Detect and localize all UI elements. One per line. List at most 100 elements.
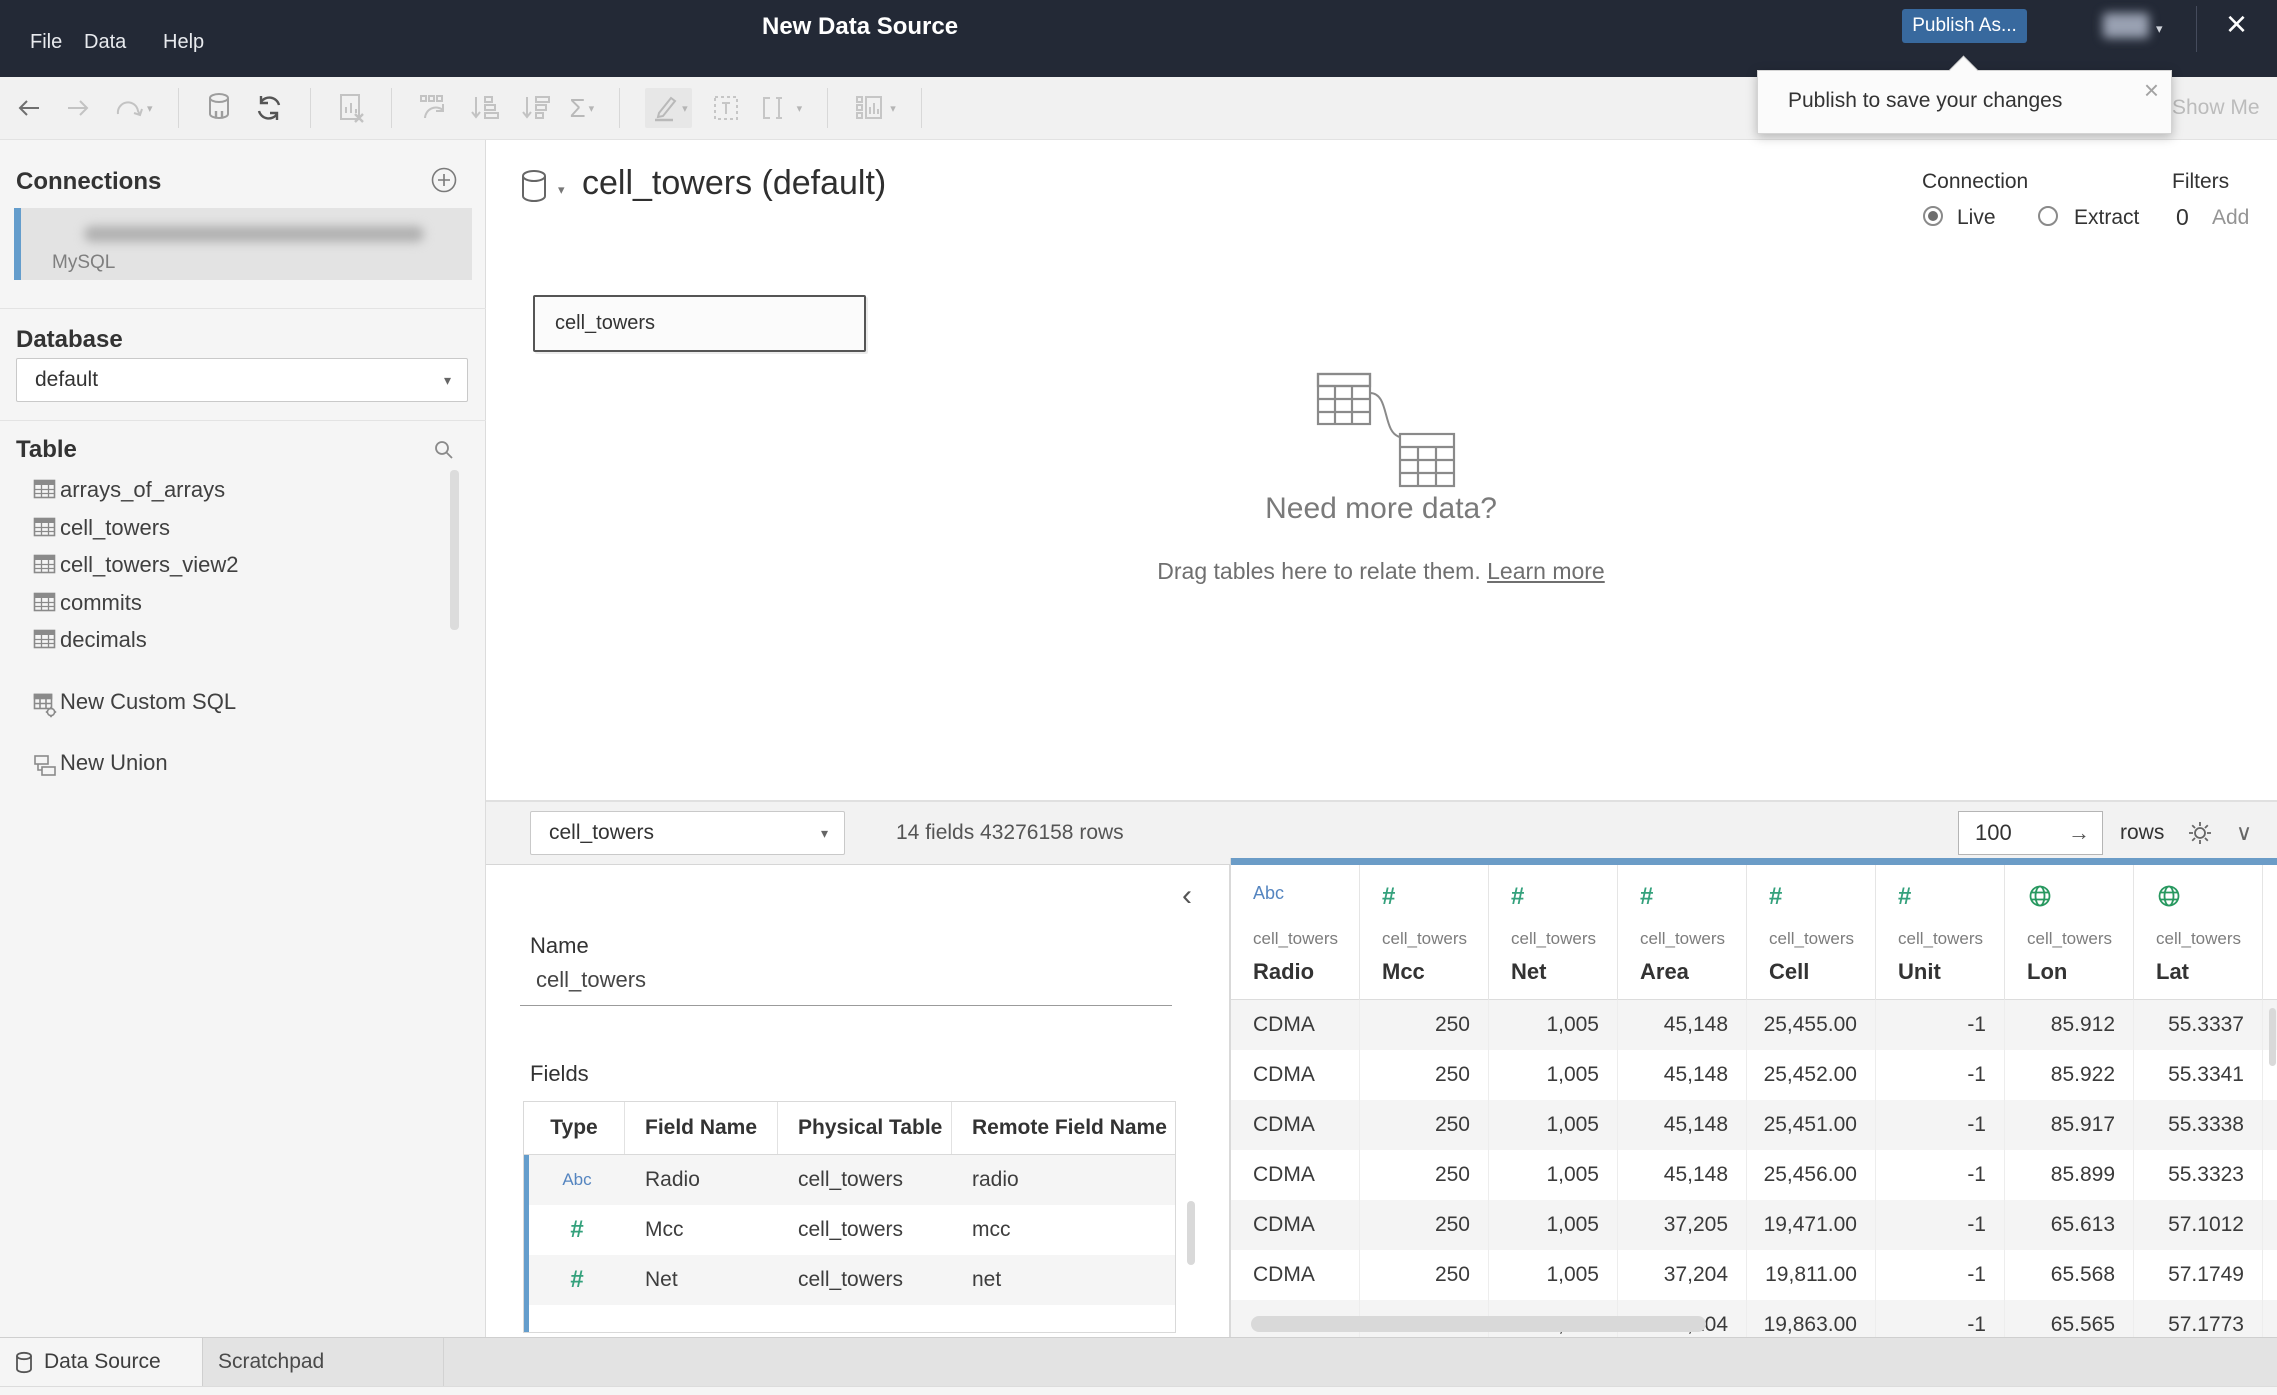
replay-icon[interactable]: ▾ — [112, 93, 153, 123]
datasource-caret-icon[interactable]: ▾ — [558, 182, 565, 198]
pause-updates-icon[interactable] — [204, 91, 234, 125]
highlight-caret-icon[interactable]: ▾ — [682, 102, 688, 115]
add-connection-icon[interactable] — [430, 166, 458, 199]
grid-col-area[interactable]: # cell_towers Area — [1618, 865, 1747, 1000]
fit-cell-icon[interactable]: ▾ — [760, 93, 803, 123]
learn-more-link[interactable]: Learn more — [1487, 558, 1605, 584]
gear-icon[interactable] — [2186, 819, 2214, 852]
table-selector[interactable]: cell_towers ▾ — [530, 811, 845, 855]
grid-col-lon[interactable]: cell_towers Lon — [2005, 865, 2134, 1000]
row-count-input[interactable]: 100 → — [1958, 811, 2103, 855]
collapse-pane-icon[interactable]: ‹ — [1182, 879, 1192, 913]
grid-col-net[interactable]: # cell_towers Net — [1489, 865, 1618, 1000]
tab-divider — [443, 1338, 444, 1386]
datasource-title[interactable]: cell_towers (default) — [582, 164, 886, 203]
cards-caret-icon[interactable]: ▾ — [890, 102, 896, 115]
cell: 45,148 — [1618, 1100, 1747, 1150]
extract-label[interactable]: Extract — [2074, 206, 2139, 230]
top-bar: File Data Help New Data Source Publish A… — [0, 0, 2277, 77]
new-custom-sql[interactable]: New Custom SQL — [0, 686, 470, 723]
database-select[interactable]: default ▾ — [16, 358, 468, 402]
field-type-icon: Abc — [562, 1170, 592, 1189]
grid-col-cell[interactable]: # cell_towers Cell — [1747, 865, 1876, 1000]
show-cards-icon[interactable]: ▾ — [853, 92, 896, 124]
extract-radio[interactable] — [2038, 206, 2058, 226]
redo-icon[interactable] — [63, 93, 93, 123]
new-union[interactable]: New Union — [0, 747, 470, 784]
field-row[interactable]: Abc Radio cell_towers radio — [524, 1155, 1175, 1205]
menu-data[interactable]: Data — [84, 31, 126, 54]
text-label-icon[interactable] — [711, 93, 741, 123]
sidebar-scrollbar[interactable] — [450, 470, 459, 630]
apply-rows-icon[interactable]: → — [2068, 812, 2090, 854]
swap-rows-columns-icon[interactable] — [417, 92, 449, 124]
grid-col-lat[interactable]: cell_towers Lat — [2134, 865, 2263, 1000]
cell: 1,005 — [1489, 1150, 1618, 1200]
live-radio[interactable] — [1923, 206, 1943, 226]
cell: 55.3338 — [2134, 1100, 2263, 1150]
sidebar-item-cell-towers[interactable]: cell_towers — [0, 510, 470, 547]
connection-label: Connection — [1922, 170, 2029, 193]
fit-caret-icon[interactable]: ▾ — [797, 102, 803, 115]
grid-col-radio[interactable]: Abc cell_towers Radio — [1231, 865, 1360, 1000]
new-custom-sql-label: New Custom SQL — [60, 689, 237, 714]
cell: 65.613 — [2005, 1200, 2134, 1250]
highlight-icon[interactable]: ▾ — [645, 88, 692, 128]
menu-file[interactable]: File — [30, 31, 62, 54]
datasource-icon[interactable] — [518, 168, 552, 211]
sidebar-item-decimals[interactable]: decimals — [0, 622, 470, 659]
show-me-button[interactable]: Show Me — [2172, 96, 2260, 120]
grid-row[interactable]: CDMA 250 1,005 37,204 19,811.00 -1 65.56… — [1231, 1250, 2277, 1300]
undo-icon[interactable] — [14, 93, 44, 123]
connection-item[interactable]: MySQL — [14, 208, 472, 280]
rows-label: rows — [2120, 821, 2165, 844]
publish-as-button[interactable]: Publish As... — [1902, 9, 2027, 43]
collapse-preview-icon[interactable]: ∨ — [2236, 802, 2252, 864]
grid-header-row: Abc cell_towers Radio # cell_towers Mcc … — [1231, 865, 2277, 1000]
logical-table-card[interactable]: cell_towers — [533, 295, 866, 352]
close-icon[interactable]: × — [2226, 4, 2247, 44]
grid-col-mcc[interactable]: # cell_towers Mcc — [1360, 865, 1489, 1000]
avatar-caret-icon[interactable]: ▾ — [2156, 21, 2163, 37]
live-label[interactable]: Live — [1957, 206, 1996, 230]
fields-table-header: Type Field Name Physical Table Remote Fi… — [524, 1102, 1175, 1155]
sidebar-item-arrays-of-arrays[interactable]: arrays_of_arrays — [0, 472, 470, 509]
tab-scratchpad[interactable]: Scratchpad — [218, 1338, 324, 1386]
col-physical-table: Physical Table — [778, 1102, 952, 1154]
filters-add-button[interactable]: Add — [2212, 206, 2249, 230]
grid-row[interactable]: CDMA 250 1,005 37,205 19,471.00 -1 65.61… — [1231, 1200, 2277, 1250]
sort-descending-icon[interactable] — [519, 93, 551, 123]
refresh-icon[interactable] — [253, 92, 285, 124]
field-remote-name: radio — [972, 1168, 1019, 1191]
grid-col-unit[interactable]: # cell_towers Unit — [1876, 865, 2005, 1000]
grid-row[interactable]: CDMA 250 1,005 45,148 25,452.00 -1 85.92… — [1231, 1050, 2277, 1100]
totals-caret-icon[interactable]: ▾ — [589, 102, 595, 115]
logical-table-label: cell_towers — [555, 312, 656, 334]
field-remote-name: mcc — [972, 1218, 1011, 1241]
vertical-scrollbar[interactable] — [2269, 1008, 2276, 1066]
sort-ascending-icon[interactable] — [468, 93, 500, 123]
globe-icon — [2156, 883, 2182, 911]
search-icon[interactable] — [432, 438, 456, 467]
name-input[interactable]: cell_towers — [536, 967, 646, 993]
tooltip-close-icon[interactable]: × — [2144, 75, 2159, 106]
cell: -1 — [1876, 1050, 2005, 1100]
cell: CDMA — [1231, 1150, 1360, 1200]
grid-row[interactable]: CDMA 250 1,005 45,148 25,455.00 -1 85.91… — [1231, 1000, 2277, 1050]
field-row[interactable]: # Mcc cell_towers mcc — [524, 1205, 1175, 1255]
app-window: File Data Help New Data Source Publish A… — [0, 0, 2277, 1395]
number-type-icon: # — [1769, 883, 1783, 910]
grid-row[interactable]: CDMA 250 1,005 45,148 25,456.00 -1 85.89… — [1231, 1150, 2277, 1200]
totals-icon[interactable]: Σ ▾ — [570, 95, 595, 121]
avatar[interactable] — [2103, 13, 2149, 38]
sidebar-item-cell-towers-view2[interactable]: cell_towers_view2 — [0, 547, 470, 584]
replay-caret-icon[interactable]: ▾ — [147, 102, 153, 115]
menu-help[interactable]: Help — [163, 31, 204, 54]
fields-scrollbar[interactable] — [1187, 1201, 1195, 1265]
grid-row[interactable]: CDMA 250 1,005 45,148 25,451.00 -1 85.91… — [1231, 1100, 2277, 1150]
field-row[interactable]: # Net cell_towers net — [524, 1255, 1175, 1305]
tab-data-source[interactable]: Data Source — [0, 1338, 203, 1386]
horizontal-scrollbar[interactable] — [1251, 1316, 1706, 1332]
clear-sheet-icon[interactable] — [336, 92, 366, 124]
sidebar-item-commits[interactable]: commits — [0, 585, 470, 622]
